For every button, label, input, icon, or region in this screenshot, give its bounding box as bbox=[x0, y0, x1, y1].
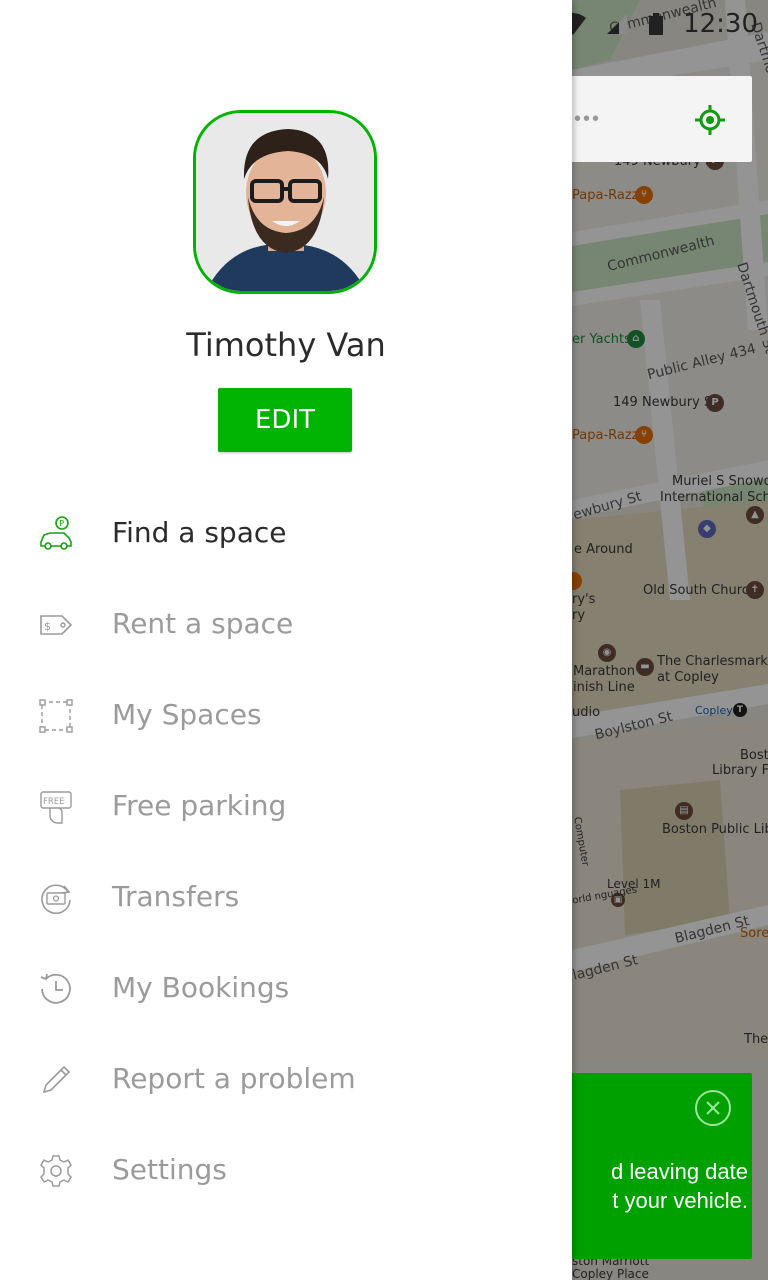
price-tag-icon: $ bbox=[40, 615, 73, 635]
spaces-grid-icon bbox=[39, 699, 73, 733]
menu-item-label: Find a space bbox=[112, 516, 287, 549]
drawer-menu: P Find a space $ Rent a space My Spaces … bbox=[0, 489, 572, 1217]
menu-item-label: Report a problem bbox=[112, 1062, 356, 1095]
more-options-icon[interactable]: ••• bbox=[574, 108, 601, 131]
menu-item-label: Settings bbox=[112, 1153, 227, 1186]
close-icon[interactable] bbox=[694, 1089, 732, 1127]
user-name: Timothy Van bbox=[186, 326, 386, 364]
transfer-icon bbox=[41, 884, 71, 915]
menu-item-free-parking[interactable]: FREE Free parking bbox=[0, 762, 572, 853]
navigation-drawer: Timothy Van EDIT P Find a space $ Rent a… bbox=[0, 0, 572, 1280]
menu-item-settings[interactable]: Settings bbox=[0, 1126, 572, 1217]
pencil-icon bbox=[42, 1065, 71, 1094]
avatar[interactable] bbox=[193, 110, 377, 294]
svg-text:P: P bbox=[59, 519, 64, 528]
notification-text: d leaving date t your vehicle. bbox=[611, 1159, 748, 1213]
menu-item-my-bookings[interactable]: My Bookings bbox=[0, 944, 572, 1035]
edit-profile-button[interactable]: EDIT bbox=[218, 388, 352, 452]
profile-photo bbox=[196, 113, 374, 291]
cellular-signal-icon bbox=[607, 14, 628, 34]
menu-item-my-spaces[interactable]: My Spaces bbox=[0, 671, 572, 762]
menu-item-report-a-problem[interactable]: Report a problem bbox=[0, 1035, 572, 1126]
car-parking-icon: P bbox=[40, 516, 72, 550]
status-time: 12:30 bbox=[683, 9, 758, 39]
menu-item-label: Transfers bbox=[112, 880, 240, 913]
history-clock-icon bbox=[40, 973, 71, 1004]
svg-text:$: $ bbox=[44, 620, 51, 633]
map-search-bar[interactable]: ••• bbox=[548, 76, 752, 162]
svg-text:FREE: FREE bbox=[43, 797, 65, 807]
free-parking-icon: FREE bbox=[40, 791, 72, 824]
battery-icon bbox=[649, 13, 664, 35]
menu-item-label: My Spaces bbox=[112, 698, 262, 731]
menu-item-rent-a-space[interactable]: $ Rent a space bbox=[0, 580, 572, 671]
gear-icon bbox=[40, 1155, 72, 1187]
menu-item-label: My Bookings bbox=[112, 971, 290, 1004]
notification-card: d leaving date t your vehicle. bbox=[548, 1073, 752, 1259]
menu-item-label: Rent a space bbox=[112, 607, 294, 640]
menu-item-find-a-space[interactable]: P Find a space bbox=[0, 489, 572, 580]
menu-item-transfers[interactable]: Transfers bbox=[0, 853, 572, 944]
menu-item-label: Free parking bbox=[112, 789, 287, 822]
my-location-icon[interactable] bbox=[694, 104, 726, 136]
